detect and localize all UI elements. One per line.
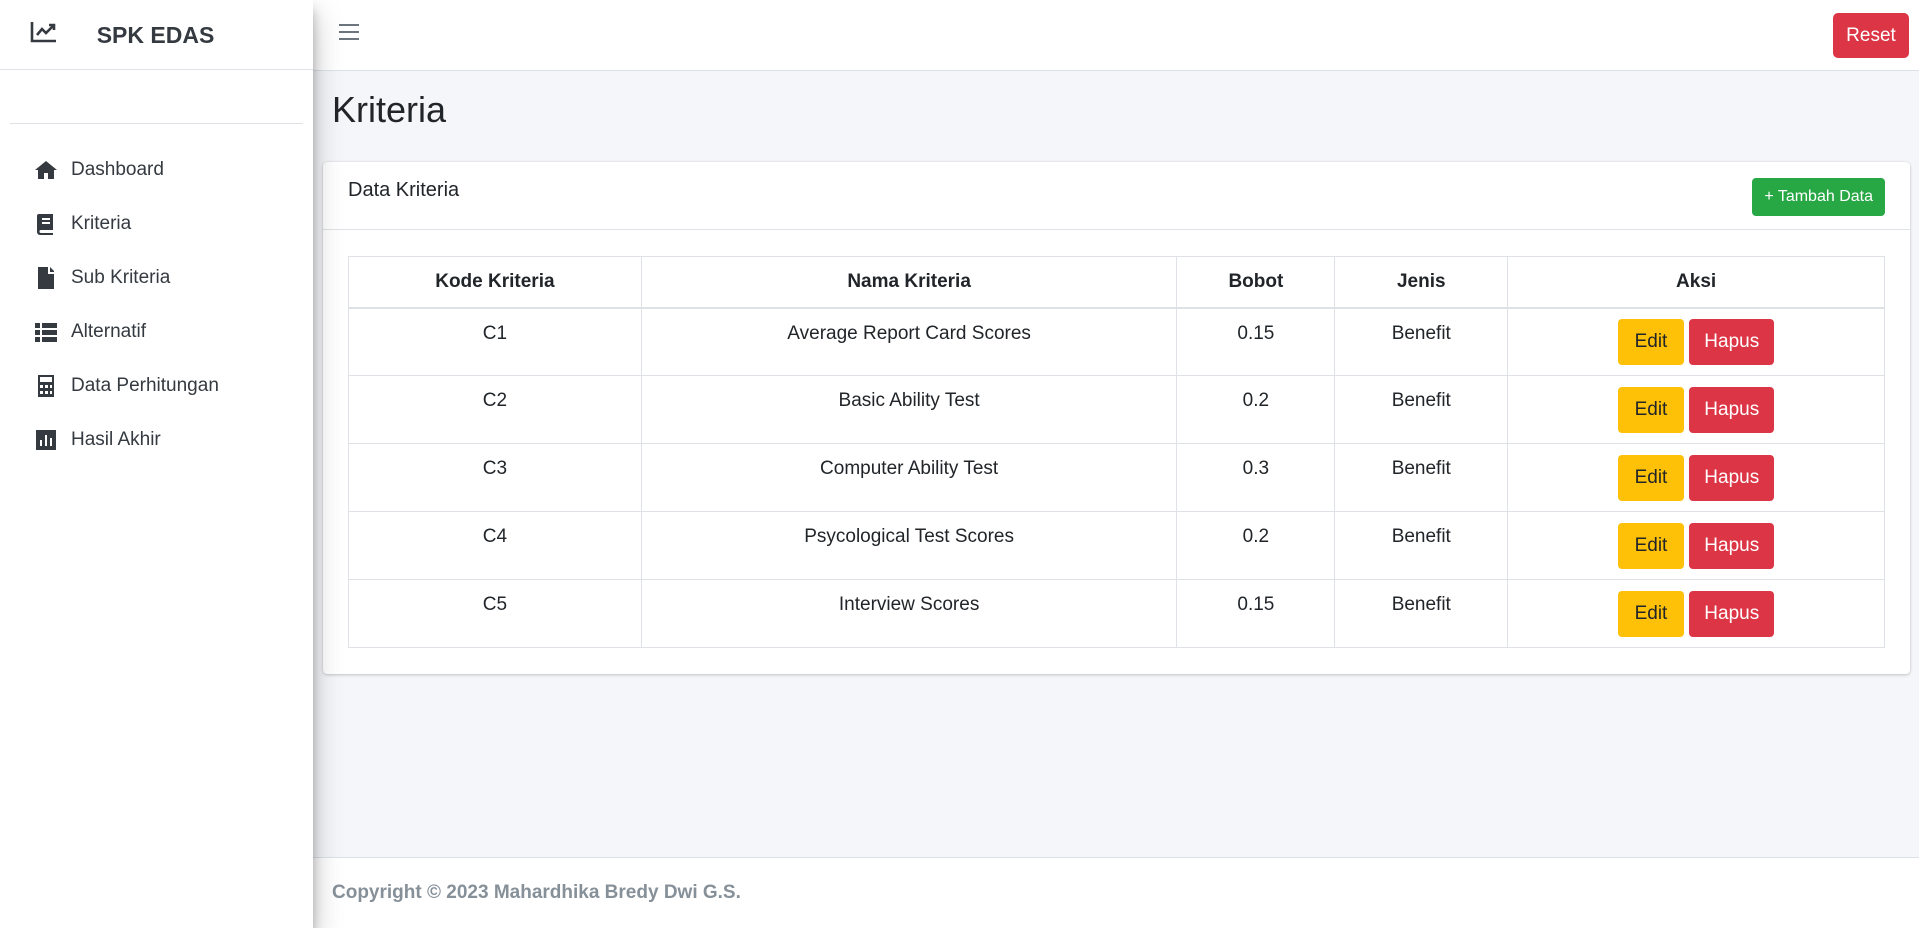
edit-button[interactable]: Edit	[1617, 454, 1684, 501]
cell-bobot: 0.2	[1176, 375, 1336, 444]
cell-aksi: Edit Hapus	[1507, 443, 1885, 512]
table-header-row: Kode Kriteria Nama Kriteria Bobot Jenis …	[348, 256, 1885, 309]
cell-nama: Computer Ability Test	[640, 443, 1178, 512]
sidebar-divider	[10, 123, 303, 124]
sidebar-item-label: Hasil Akhir	[71, 429, 161, 450]
top-navbar: Reset	[313, 0, 1919, 71]
cell-bobot: 0.15	[1176, 307, 1336, 376]
edit-button[interactable]: Edit	[1617, 318, 1684, 365]
delete-button[interactable]: Hapus	[1689, 454, 1775, 501]
cell-nama: Interview Scores	[640, 579, 1178, 648]
column-header-jenis: Jenis	[1334, 256, 1509, 309]
sidebar-item-kriteria[interactable]: Kriteria	[0, 197, 313, 251]
chart-bar-icon	[36, 430, 56, 450]
edit-button[interactable]: Edit	[1617, 590, 1684, 637]
brand[interactable]: SPK EDAS	[0, 0, 313, 70]
column-header-kode: Kode Kriteria	[348, 256, 642, 309]
cell-jenis: Benefit	[1334, 511, 1509, 580]
cell-jenis: Benefit	[1334, 579, 1509, 648]
sidebar: SPK EDAS Dashboard Kriteria Sub Kriteria…	[0, 0, 313, 928]
cell-kode: C4	[348, 511, 642, 580]
cell-nama: Basic Ability Test	[640, 375, 1178, 444]
footer: Copyright © 2023 Mahardhika Bredy Dwi G.…	[313, 857, 1919, 928]
delete-button[interactable]: Hapus	[1689, 386, 1775, 433]
cell-bobot: 0.2	[1176, 511, 1336, 580]
cell-jenis: Benefit	[1334, 443, 1509, 512]
kriteria-card: Data Kriteria + Tambah Data Kode Kriteri…	[323, 162, 1910, 674]
table-row: C1 Average Report Card Scores 0.15 Benef…	[348, 307, 1885, 376]
brand-name: SPK EDAS	[96, 22, 215, 48]
list-icon	[35, 323, 57, 342]
table-row: C5 Interview Scores 0.15 Benefit Edit Ha…	[348, 579, 1885, 648]
cell-nama: Psycological Test Scores	[640, 511, 1178, 580]
column-header-bobot: Bobot	[1176, 256, 1336, 309]
sidebar-item-label: Alternatif	[71, 321, 146, 342]
cell-kode: C5	[348, 579, 642, 648]
file-icon	[38, 267, 54, 289]
delete-button[interactable]: Hapus	[1689, 590, 1775, 637]
sidebar-item-sub-kriteria[interactable]: Sub Kriteria	[0, 251, 313, 305]
table-row: C2 Basic Ability Test 0.2 Benefit Edit H…	[348, 375, 1885, 444]
sidebar-nav: Dashboard Kriteria Sub Kriteria Alternat…	[0, 143, 313, 467]
table-row: C4 Psycological Test Scores 0.2 Benefit …	[348, 511, 1885, 580]
sidebar-item-alternatif[interactable]: Alternatif	[0, 305, 313, 359]
copyright-text: Copyright © 2023 Mahardhika Bredy Dwi G.…	[332, 882, 741, 903]
cell-bobot: 0.15	[1176, 579, 1336, 648]
home-icon	[35, 161, 57, 179]
delete-button[interactable]: Hapus	[1689, 522, 1775, 569]
cell-kode: C2	[348, 375, 642, 444]
cell-kode: C1	[348, 307, 642, 376]
sidebar-item-hasil-akhir[interactable]: Hasil Akhir	[0, 413, 313, 467]
cell-jenis: Benefit	[1334, 307, 1509, 376]
page-title: Kriteria	[332, 89, 447, 130]
table-row: C3 Computer Ability Test 0.3 Benefit Edi…	[348, 443, 1885, 512]
kriteria-table: Kode Kriteria Nama Kriteria Bobot Jenis …	[348, 256, 1885, 648]
cell-jenis: Benefit	[1334, 375, 1509, 444]
book-icon	[37, 214, 53, 235]
column-header-aksi: Aksi	[1507, 256, 1885, 309]
edit-button[interactable]: Edit	[1617, 522, 1684, 569]
calculator-icon	[38, 375, 54, 397]
cell-aksi: Edit Hapus	[1507, 375, 1885, 444]
sidebar-item-data-perhitungan[interactable]: Data Perhitungan	[0, 359, 313, 413]
sidebar-item-label: Dashboard	[71, 159, 164, 180]
add-data-button[interactable]: + Tambah Data	[1752, 178, 1885, 216]
column-header-nama: Nama Kriteria	[640, 256, 1178, 309]
sidebar-item-dashboard[interactable]: Dashboard	[0, 143, 313, 197]
cell-aksi: Edit Hapus	[1507, 511, 1885, 580]
card-title: Data Kriteria	[348, 179, 460, 201]
sidebar-item-label: Sub Kriteria	[71, 267, 171, 288]
cell-aksi: Edit Hapus	[1507, 307, 1885, 376]
sidebar-item-label: Data Perhitungan	[71, 375, 219, 396]
sidebar-item-label: Kriteria	[71, 213, 132, 234]
cell-nama: Average Report Card Scores	[640, 307, 1178, 376]
card-header: Data Kriteria + Tambah Data	[323, 162, 1910, 230]
cell-aksi: Edit Hapus	[1507, 579, 1885, 648]
delete-button[interactable]: Hapus	[1689, 318, 1775, 365]
reset-button[interactable]: Reset	[1833, 13, 1909, 58]
edit-button[interactable]: Edit	[1617, 386, 1684, 433]
cell-kode: C3	[348, 443, 642, 512]
menu-toggle-icon[interactable]	[339, 24, 359, 44]
cell-bobot: 0.3	[1176, 443, 1336, 512]
